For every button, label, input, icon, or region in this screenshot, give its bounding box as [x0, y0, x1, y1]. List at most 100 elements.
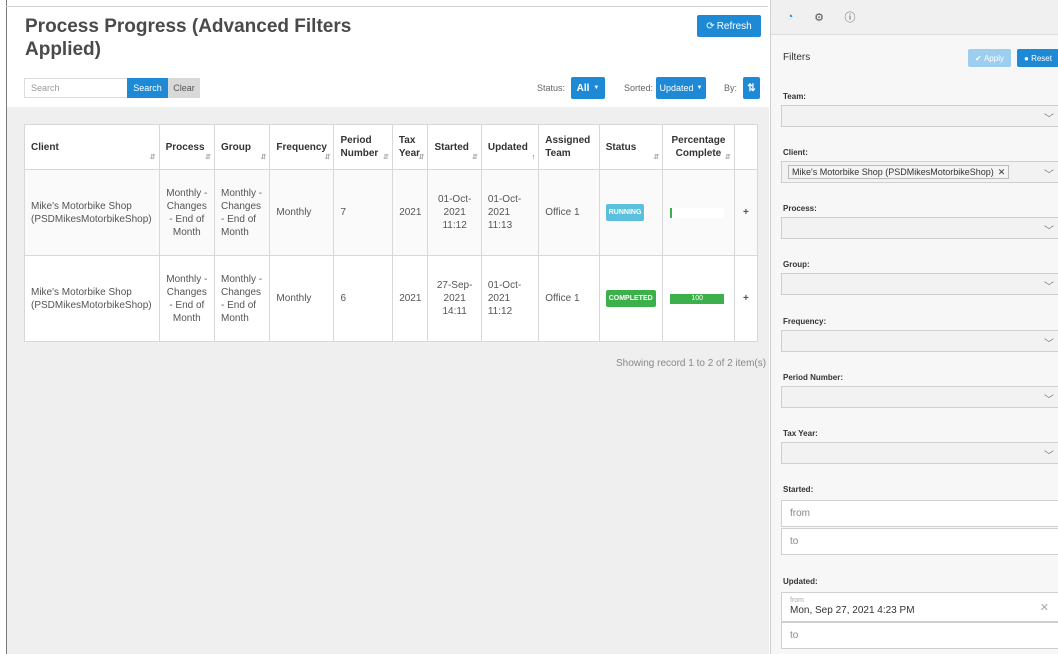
sort-icon: ⇵ [724, 154, 731, 161]
col-label: Frequency [276, 141, 327, 153]
remove-icon[interactable]: ✕ [998, 166, 1006, 178]
sorted-dropdown[interactable]: Updated ▼ [656, 77, 706, 99]
chevron-down-icon: ﹀ [1044, 226, 1054, 237]
col-group[interactable]: Group ⇵ [214, 124, 271, 170]
updated-from-label: from [790, 597, 804, 604]
col-label: Period Number [340, 135, 379, 159]
caret-down-icon: ▼ [593, 85, 600, 91]
col-actions [733, 124, 759, 170]
status-dropdown[interactable]: All ▼ [571, 77, 605, 99]
clear-button[interactable]: Clear [168, 78, 200, 98]
table-row[interactable]: Mike's Motorbike Shop (PSDMikesMotorbike… [24, 255, 759, 342]
col-label: Updated [487, 141, 528, 153]
gear-icon[interactable]: ⚙ [812, 10, 826, 24]
col-label: Group [221, 141, 252, 153]
col-label: Percentage Complete [671, 135, 726, 159]
started-to-input[interactable]: to [781, 528, 1058, 555]
col-status[interactable]: Status ⇵ [598, 124, 664, 170]
cell-tax-year: 2021 [391, 169, 429, 256]
search-input[interactable] [24, 78, 134, 98]
chevron-down-icon: ﹀ [1044, 451, 1054, 462]
main-content: Client ⇵ Process ⇵ Group ⇵ Frequency ⇵ Perio… [7, 107, 769, 654]
cell-status: COMPLETED [598, 255, 664, 342]
search-button[interactable]: Search [127, 78, 168, 98]
apply-label: Apply [983, 53, 1004, 63]
sorted-label: Sorted: [624, 83, 654, 93]
group-label: Group: [783, 260, 810, 269]
col-updated[interactable]: Updated ↑ [480, 124, 540, 170]
sort-asc-icon: ↑ [531, 154, 536, 161]
client-chip[interactable]: Mike's Motorbike Shop (PSDMikesMotorbike… [788, 165, 1010, 179]
group-select[interactable]: ﹀ [781, 273, 1058, 295]
plus-icon: + [742, 207, 749, 218]
dashboard-icon[interactable]: ◔ [783, 10, 797, 24]
tax-year-select[interactable]: ﹀ [781, 442, 1058, 464]
sort-icon: ⇵ [205, 154, 212, 161]
cell-process: Monthly - Changes - End of Month [158, 169, 216, 256]
frequency-select[interactable]: ﹀ [781, 330, 1058, 352]
progress-bar: 100 [670, 293, 725, 304]
col-process[interactable]: Process ⇵ [158, 124, 216, 170]
sort-direction-button[interactable]: ⇅ [743, 77, 760, 99]
apply-button[interactable]: ✔ Apply [968, 49, 1011, 67]
updated-label: Updated: [783, 577, 818, 586]
chevron-down-icon: ﹀ [1044, 114, 1054, 125]
updated-to-input[interactable]: to [781, 622, 1058, 649]
sort-icon: ⇵ [418, 154, 425, 161]
chevron-down-icon: ﹀ [1044, 170, 1054, 181]
cell-group: Monthly - Changes - End of Month [214, 169, 271, 256]
by-label: By: [724, 83, 738, 93]
client-label: Client: [783, 148, 808, 157]
page-title: Process Progress (Advanced Filters Appli… [25, 16, 352, 60]
col-assigned-team[interactable]: Assigned Team [538, 124, 600, 170]
chevron-down-icon: ﹀ [1044, 282, 1054, 293]
filters-title: Filters [783, 52, 811, 63]
chevron-down-icon: ﹀ [1044, 395, 1054, 406]
reset-icon: ● [1024, 53, 1029, 63]
cell-status: RUNNING [598, 169, 664, 256]
client-select[interactable]: Mike's Motorbike Shop (PSDMikesMotorbike… [781, 161, 1058, 183]
reset-label: Reset [1031, 53, 1052, 63]
expand-row-button[interactable]: + [733, 255, 759, 342]
refresh-button[interactable]: ⟳ Refresh [697, 15, 761, 37]
sort-icon: ⇵ [653, 154, 660, 161]
sort-icon: ⇵ [260, 154, 267, 161]
reset-button[interactable]: ● Reset [1017, 49, 1058, 67]
check-icon: ✔ [975, 53, 982, 63]
cell-frequency: Monthly [269, 169, 335, 256]
updated-from-value: Mon, Sep 27, 2021 4:23 PM [790, 605, 915, 616]
team-select[interactable]: ﹀ [781, 105, 1058, 127]
status-badge: COMPLETED [605, 290, 656, 307]
status-badge: RUNNING [605, 204, 645, 221]
started-from-input[interactable]: from [781, 500, 1058, 527]
info-icon[interactable]: ⓘ [843, 10, 857, 24]
cell-frequency: Monthly [269, 255, 335, 342]
panel-tabs: ◔ ⚙ ⓘ [771, 0, 1058, 35]
chevron-down-icon: ﹀ [1044, 339, 1054, 350]
cell-started: 01-Oct-2021 11:12 [427, 169, 482, 256]
col-tax-year[interactable]: Tax Year ⇵ [391, 124, 429, 170]
col-label: Assigned Team [545, 135, 591, 159]
table-row[interactable]: Mike's Motorbike Shop (PSDMikesMotorbike… [24, 169, 759, 256]
status-label: Status: [537, 83, 566, 93]
cell-started: 27-Sep-2021 14:11 [427, 255, 482, 342]
started-label: Started: [783, 485, 814, 494]
cell-percentage: 100 [662, 255, 735, 342]
clear-icon[interactable]: ✕ [1040, 601, 1049, 614]
col-percentage-complete[interactable]: Percentage Complete ⇵ [662, 124, 735, 170]
cell-updated: 01-Oct-2021 11:13 [480, 169, 540, 256]
updated-from-input[interactable]: from Mon, Sep 27, 2021 4:23 PM ✕ [781, 592, 1058, 622]
cell-client: Mike's Motorbike Shop (PSDMikesMotorbike… [24, 255, 160, 342]
col-label: Started [434, 141, 469, 153]
col-started[interactable]: Started ⇵ [427, 124, 482, 170]
period-number-label: Period Number: [783, 373, 844, 382]
progress-bar [670, 207, 725, 218]
period-number-select[interactable]: ﹀ [781, 386, 1058, 408]
expand-row-button[interactable]: + [733, 169, 759, 256]
col-client[interactable]: Client ⇵ [24, 124, 160, 170]
process-select[interactable]: ﹀ [781, 217, 1058, 239]
col-period-number[interactable]: Period Number ⇵ [333, 124, 393, 170]
process-table: Client ⇵ Process ⇵ Group ⇵ Frequency ⇵ Perio… [24, 124, 759, 342]
cell-period-number: 7 [333, 169, 393, 256]
col-frequency[interactable]: Frequency ⇵ [269, 124, 335, 170]
